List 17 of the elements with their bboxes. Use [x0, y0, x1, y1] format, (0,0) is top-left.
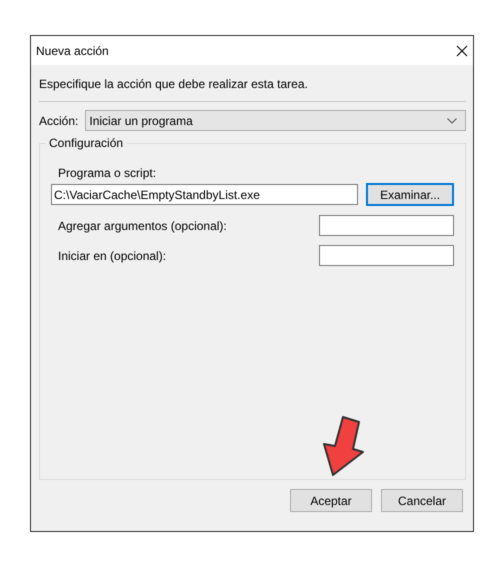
input-field[interactable] [319, 215, 454, 236]
action-dropdown[interactable]: Iniciar un programa [85, 110, 466, 131]
action-label: Acción: [39, 114, 78, 128]
chevron-down-icon [447, 118, 457, 124]
field-label: Agregar argumentos (opcional): [58, 218, 227, 232]
program-input[interactable]: C:\VaciarCache\EmptyStandbyList.exe [51, 184, 358, 205]
instruction-text: Especifique la acción que debe realizar esta tarea. [39, 77, 309, 91]
browse-button[interactable]: Examinar... [366, 183, 454, 206]
program-label: Programa o script: [58, 166, 158, 180]
field-label: Iniciar en (opcional): [58, 248, 166, 262]
group-title: Configuración [46, 136, 126, 150]
arrow-icon [321, 415, 365, 477]
close-icon[interactable] [456, 44, 468, 56]
dialog-button[interactable]: Aceptar [290, 489, 372, 512]
dialog-button[interactable]: Cancelar [381, 489, 463, 512]
input-field[interactable] [319, 245, 454, 266]
window-title: Nueva acción [36, 44, 109, 58]
